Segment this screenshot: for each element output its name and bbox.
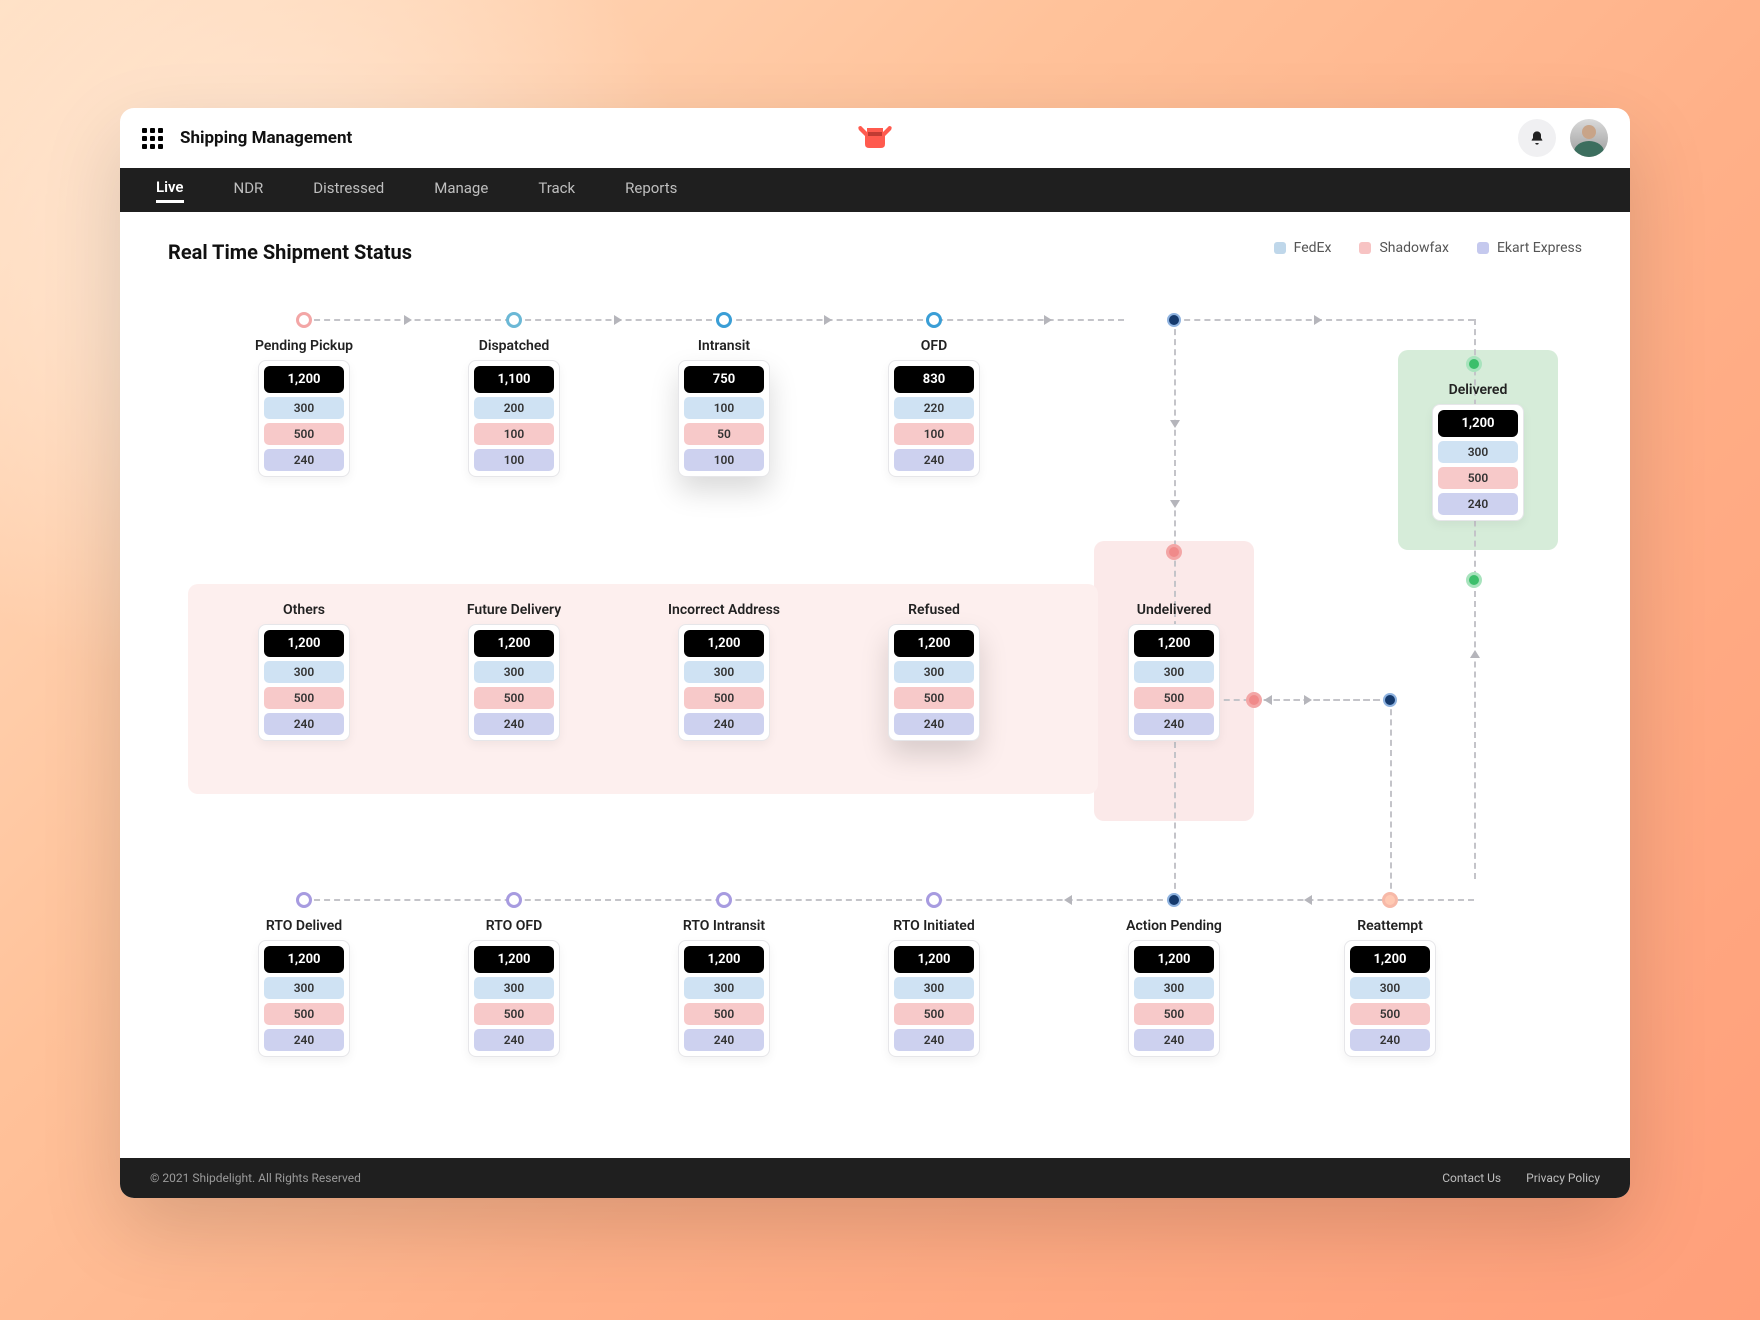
chip-fedex: 300 [264,397,344,419]
chip-ekart: 240 [264,449,344,471]
total-pending: 1,200 [264,366,344,393]
arrow-icon [824,315,832,325]
card-rtoint[interactable]: 1,200 300 500 240 [678,940,770,1057]
connector [1254,699,1390,701]
legend-swatch-shadowfax [1359,242,1371,254]
chip-shadowfax: 500 [264,423,344,445]
label-reattempt: Reattempt [1357,918,1423,934]
brand-logo-icon [853,122,897,154]
nav-reports[interactable]: Reports [625,179,677,201]
card-intransit[interactable]: 750 100 50 100 [678,360,770,477]
legend-swatch-fedex [1274,242,1286,254]
footer-copyright: © 2021 Shipdelight. All Rights Reserved [150,1171,361,1185]
card-ofd[interactable]: 830 220 100 240 [888,360,980,477]
label-delivered: Delivered [1449,382,1508,398]
arrow-icon [404,315,412,325]
main-nav: Live NDR Distressed Manage Track Reports [120,168,1630,212]
card-refused[interactable]: 1,200 300 500 240 [888,624,980,741]
label-pending: Pending Pickup [255,338,353,354]
bell-icon [1529,130,1545,146]
label-rtoinit: RTO Initiated [893,918,974,934]
legend-ekart: Ekart Express [1477,240,1582,256]
node-rto-intransit [716,892,732,908]
node-gateway-mid [1380,690,1400,710]
card-incorrect[interactable]: 1,200 300 500 240 [678,624,770,741]
connector [304,899,1474,901]
footer: © 2021 Shipdelight. All Rights Reserved … [120,1158,1630,1198]
card-rtoofd[interactable]: 1,200 300 500 240 [468,940,560,1057]
footer-contact-link[interactable]: Contact Us [1442,1171,1501,1185]
label-refused: Refused [908,602,960,618]
node-reattempt [1382,892,1398,908]
label-intransit: Intransit [698,338,750,354]
card-rtoinit[interactable]: 1,200 300 500 240 [888,940,980,1057]
arrow-icon [1304,695,1312,705]
user-avatar[interactable] [1570,119,1608,157]
app-title: Shipping Management [180,128,352,148]
card-future[interactable]: 1,200 300 500 240 [468,624,560,741]
node-rto-initiated [926,892,942,908]
topbar: Shipping Management [120,108,1630,168]
node-rto-delivered [296,892,312,908]
card-pending[interactable]: 1,200 300 500 240 [258,360,350,477]
arrow-icon [1304,895,1312,905]
node-undelivered-side [1246,692,1262,708]
card-reattempt[interactable]: 1,200 300 500 240 [1344,940,1436,1057]
nav-track[interactable]: Track [538,179,575,201]
node-delivered-bottom [1466,572,1482,588]
app-window: Shipping Management Live NDR Distressed … [120,108,1630,1198]
node-dispatched [506,312,522,328]
label-rtoofd: RTO OFD [486,918,542,934]
arrow-icon [1264,695,1272,705]
legend-swatch-ekart [1477,242,1489,254]
notifications-button[interactable] [1518,119,1556,157]
label-incorrect: Incorrect Address [668,602,780,618]
card-delivered[interactable]: 1,200 300 500 240 [1432,404,1524,521]
node-gateway-top [1164,310,1184,330]
node-delivered-top [1466,356,1482,372]
arrow-icon [1314,315,1322,325]
label-others: Others [283,602,325,618]
footer-privacy-link[interactable]: Privacy Policy [1526,1171,1600,1185]
connector [1474,319,1476,879]
node-pending [296,312,312,328]
nav-ndr[interactable]: NDR [234,179,264,201]
connector [1390,699,1392,899]
connector [1174,319,1474,321]
card-rtodel[interactable]: 1,200 300 500 240 [258,940,350,1057]
apps-menu-icon[interactable] [142,128,162,148]
label-rtoint: RTO Intransit [683,918,765,934]
node-undelivered-top [1166,544,1182,560]
arrow-icon [1470,650,1480,658]
arrow-icon [1044,315,1052,325]
label-rtodel: RTO Delived [266,918,342,934]
content-area: Real Time Shipment Status FedEx Shadowfa… [120,212,1630,1158]
legend: FedEx Shadowfax Ekart Express [1274,240,1582,256]
label-future: Future Delivery [467,602,561,618]
card-undelivered[interactable]: 1,200 300 500 240 [1128,624,1220,741]
arrow-icon [1170,500,1180,508]
card-others[interactable]: 1,200 300 500 240 [258,624,350,741]
label-action: Action Pending [1126,918,1222,934]
legend-shadowfax: Shadowfax [1359,240,1448,256]
nav-distressed[interactable]: Distressed [313,179,384,201]
legend-fedex: FedEx [1274,240,1332,256]
node-gateway-bottom [1164,890,1184,910]
arrow-icon [614,315,622,325]
nav-live[interactable]: Live [156,178,184,203]
arrow-icon [1064,895,1072,905]
node-rto-ofd [506,892,522,908]
node-ofd [926,312,942,328]
node-intransit [716,312,732,328]
arrow-icon [1170,420,1180,428]
nav-manage[interactable]: Manage [434,179,488,201]
label-ofd: OFD [921,338,947,354]
label-dispatched: Dispatched [479,338,550,354]
card-action[interactable]: 1,200 300 500 240 [1128,940,1220,1057]
flow-diagram: Pending Pickup 1,200 300 500 240 Dispatc… [168,304,1582,1064]
label-undelivered: Undelivered [1137,602,1211,618]
card-dispatched[interactable]: 1,100 200 100 100 [468,360,560,477]
connector [304,319,1124,321]
